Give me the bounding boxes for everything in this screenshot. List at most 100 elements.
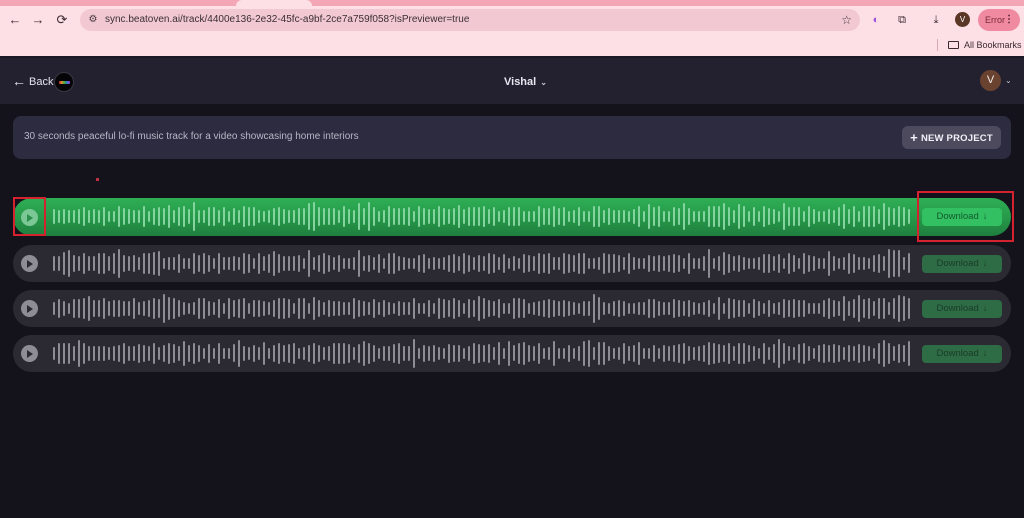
browser-profile-icon[interactable]: V xyxy=(955,12,970,27)
waveform-bar xyxy=(548,346,550,361)
track-row[interactable]: Download ↓ xyxy=(13,290,1011,327)
site-settings-icon[interactable]: ⚙ xyxy=(86,13,100,27)
browser-menu-icon[interactable]: ⋮ xyxy=(1004,9,1014,31)
waveform[interactable] xyxy=(51,202,911,231)
waveform-bar xyxy=(63,251,65,275)
play-icon[interactable] xyxy=(21,209,38,226)
waveform-bar xyxy=(868,346,870,361)
download-button[interactable]: Download ↓ xyxy=(922,345,1002,363)
waveform-bar xyxy=(733,346,735,361)
avatar[interactable]: V xyxy=(980,70,1001,91)
browser-error-button[interactable]: Error ⋮ xyxy=(978,9,1020,31)
extensions-puzzle-icon[interactable]: ⧉ xyxy=(895,13,909,27)
waveform-bar xyxy=(668,301,670,316)
waveform-bar xyxy=(703,255,705,272)
waveform-bar xyxy=(128,346,130,361)
play-icon[interactable] xyxy=(21,345,38,362)
bookmark-star-icon[interactable]: ☆ xyxy=(841,12,852,28)
waveform-bar xyxy=(118,344,120,363)
waveform-bar xyxy=(453,208,455,225)
back-button[interactable]: ← Back xyxy=(12,74,53,89)
waveform-bar xyxy=(338,301,340,316)
waveform-bar xyxy=(273,344,275,363)
waveform-bar xyxy=(143,301,145,316)
waveform-bar xyxy=(808,206,810,227)
waveform-bar xyxy=(533,301,535,316)
waveform-bar xyxy=(738,299,740,318)
track-row[interactable]: Download ↓ xyxy=(13,245,1011,282)
waveform[interactable] xyxy=(51,249,911,278)
all-bookmarks-button[interactable]: All Bookmarks xyxy=(948,38,1022,52)
download-label: Download xyxy=(936,348,979,359)
forward-nav-icon[interactable]: → xyxy=(29,11,47,29)
waveform-bar xyxy=(713,257,715,270)
extension-icon[interactable]: ◐ xyxy=(869,13,883,27)
waveform-bar xyxy=(768,299,770,318)
waveform[interactable] xyxy=(51,339,911,368)
waveform-bar xyxy=(543,348,545,359)
waveform-bar xyxy=(158,250,160,277)
waveform-bar xyxy=(188,344,190,363)
waveform-bar xyxy=(388,252,390,275)
waveform-bar xyxy=(898,344,900,363)
play-icon[interactable] xyxy=(21,300,38,317)
waveform-bar xyxy=(323,347,325,360)
play-icon[interactable] xyxy=(21,255,38,272)
waveform-bar xyxy=(878,343,880,364)
downloads-icon[interactable]: ⤓ xyxy=(929,13,943,27)
waveform-bar xyxy=(108,346,110,361)
waveform-bar xyxy=(283,256,285,271)
waveform-bar xyxy=(218,299,220,318)
waveform-bar xyxy=(313,342,315,365)
waveform-bar xyxy=(688,300,690,317)
waveform-bar xyxy=(753,299,755,318)
waveform-bar xyxy=(273,300,275,317)
waveform[interactable] xyxy=(51,294,911,323)
waveform-bar xyxy=(53,301,55,316)
waveform-bar xyxy=(478,255,480,272)
waveform-bar xyxy=(123,255,125,272)
address-bar[interactable]: ⚙ sync.beatoven.ai/track/4400e136-2e32-4… xyxy=(80,9,860,31)
download-button[interactable]: Download ↓ xyxy=(922,208,1002,226)
waveform-bar xyxy=(293,255,295,272)
waveform-bar xyxy=(513,297,515,320)
waveform-bar xyxy=(573,254,575,273)
waveform-bar xyxy=(533,256,535,271)
waveform-bar xyxy=(778,302,780,315)
plus-icon: + xyxy=(910,130,918,145)
waveform-bar xyxy=(353,210,355,223)
reload-icon[interactable]: ⟳ xyxy=(53,11,71,29)
waveform-bar xyxy=(288,344,290,363)
avatar-chevron-down-icon[interactable]: ⌄ xyxy=(1005,75,1012,87)
waveform-bar xyxy=(848,253,850,274)
waveform-bar xyxy=(378,211,380,222)
waveform-bar xyxy=(423,207,425,226)
waveform-bar xyxy=(573,301,575,316)
project-name-dropdown[interactable]: Vishal ⌄ xyxy=(504,75,547,90)
download-arrow-icon: ↓ xyxy=(982,303,988,314)
waveform-bar xyxy=(288,298,290,319)
track-row[interactable]: Download ↓ xyxy=(13,335,1011,372)
waveform-bar xyxy=(833,344,835,363)
waveform-bar xyxy=(508,257,510,270)
new-project-button[interactable]: + NEW PROJECT xyxy=(902,126,1001,149)
track-row[interactable]: Download ↓ xyxy=(13,198,1011,236)
waveform-bar xyxy=(863,205,865,228)
download-button[interactable]: Download ↓ xyxy=(922,255,1002,273)
waveform-bar xyxy=(558,300,560,317)
waveform-bar xyxy=(448,299,450,318)
waveform-bar xyxy=(53,209,55,224)
back-nav-icon[interactable]: ← xyxy=(6,11,24,29)
waveform-bar xyxy=(428,257,430,270)
waveform-bar xyxy=(898,294,900,323)
waveform-bar xyxy=(698,302,700,315)
waveform-bar xyxy=(443,257,445,270)
waveform-bar xyxy=(103,207,105,226)
download-button[interactable]: Download ↓ xyxy=(922,300,1002,318)
waveform-bar xyxy=(328,207,330,226)
url-text[interactable]: sync.beatoven.ai/track/4400e136-2e32-45f… xyxy=(105,13,469,27)
waveform-bar xyxy=(378,254,380,273)
waveform-bar xyxy=(168,342,170,364)
waveform-bar xyxy=(663,210,665,223)
beatoven-logo[interactable] xyxy=(54,72,74,92)
